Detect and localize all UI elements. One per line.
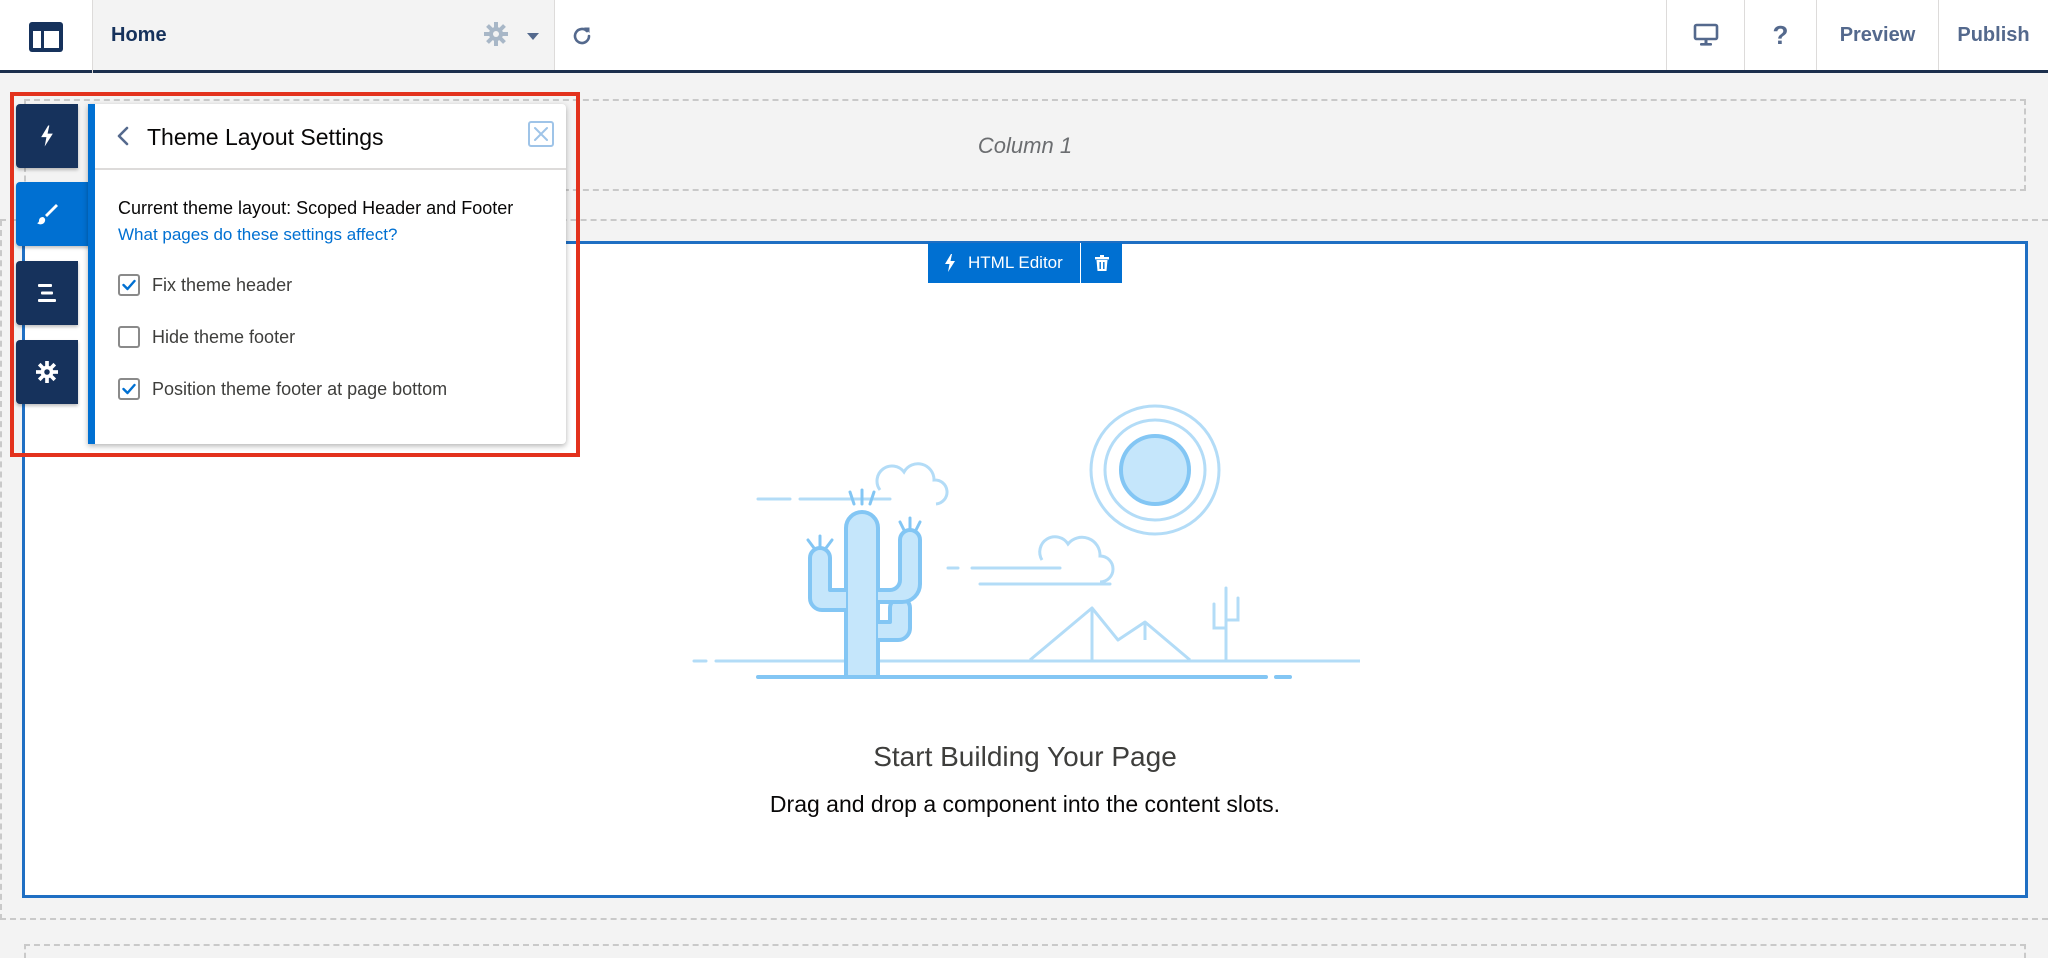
page-settings-gear-icon[interactable]	[484, 22, 508, 46]
toolbar-actions: ? Preview Publish	[1666, 0, 2048, 70]
settings-rail-button[interactable]	[16, 340, 78, 404]
component-label: HTML Editor	[968, 253, 1063, 272]
footer-slot[interactable]	[24, 944, 2026, 958]
brush-icon	[37, 204, 58, 225]
chevron-down-icon[interactable]	[527, 33, 539, 40]
theme-rail-button[interactable]	[16, 182, 94, 246]
components-rail-button[interactable]	[16, 104, 78, 168]
layout-icon	[29, 21, 63, 52]
page-name: Home	[111, 24, 167, 46]
theme-layout-settings-panel: Theme Layout Settings Current theme layo…	[88, 104, 566, 444]
html-editor-component-button[interactable]: HTML Editor	[928, 243, 1080, 283]
builder-toolbar: Home ? Preview Publish	[0, 0, 2048, 73]
footer-at-bottom-option[interactable]: Position theme footer at page bottom	[118, 378, 447, 400]
panel-title: Theme Layout Settings	[147, 124, 384, 150]
empty-state-title: Start Building Your Page	[873, 741, 1177, 772]
checkmark-icon	[122, 279, 136, 291]
page-selector[interactable]: Home	[93, 0, 555, 70]
close-icon	[534, 127, 548, 141]
pages-rail-button[interactable]	[16, 261, 78, 325]
checkmark-icon	[122, 383, 136, 395]
option-label: Hide theme footer	[152, 326, 296, 347]
close-panel-button[interactable]	[528, 121, 554, 147]
publish-button[interactable]: Publish	[1938, 0, 2048, 70]
help-button[interactable]: ?	[1744, 0, 1816, 70]
preview-button[interactable]: Preview	[1816, 0, 1938, 70]
empty-state-desert-illustration	[692, 404, 1360, 679]
fix-theme-header-option[interactable]: Fix theme header	[118, 274, 292, 296]
footer-region	[0, 918, 2048, 958]
hide-theme-footer-option[interactable]: Hide theme footer	[118, 326, 295, 348]
component-toolbar: HTML Editor	[928, 243, 1122, 283]
gear-icon	[36, 361, 58, 383]
desktop-icon	[1693, 23, 1718, 46]
footer-at-bottom-checkbox[interactable]	[118, 378, 140, 400]
option-label: Position theme footer at page bottom	[152, 378, 448, 399]
panel-header: Theme Layout Settings	[95, 104, 566, 170]
fix-theme-header-checkbox[interactable]	[118, 274, 140, 296]
lightning-icon	[945, 254, 955, 272]
menu-icon	[38, 284, 56, 302]
builder-menu-button[interactable]	[0, 0, 93, 73]
delete-component-button[interactable]	[1080, 243, 1122, 283]
refresh-icon[interactable]	[570, 24, 594, 48]
hide-theme-footer-checkbox[interactable]	[118, 326, 140, 348]
empty-state-subtitle: Drag and drop a component into the conte…	[769, 791, 1281, 817]
device-preview-button[interactable]	[1666, 0, 1744, 70]
option-label: Fix theme header	[152, 274, 293, 295]
lightning-icon	[41, 125, 53, 147]
settings-help-link[interactable]: What pages do these settings affect?	[118, 225, 397, 245]
trash-icon	[1094, 255, 1109, 271]
back-chevron-icon[interactable]	[117, 126, 129, 146]
current-theme-layout: Current theme layout: Scoped Header and …	[118, 198, 514, 218]
